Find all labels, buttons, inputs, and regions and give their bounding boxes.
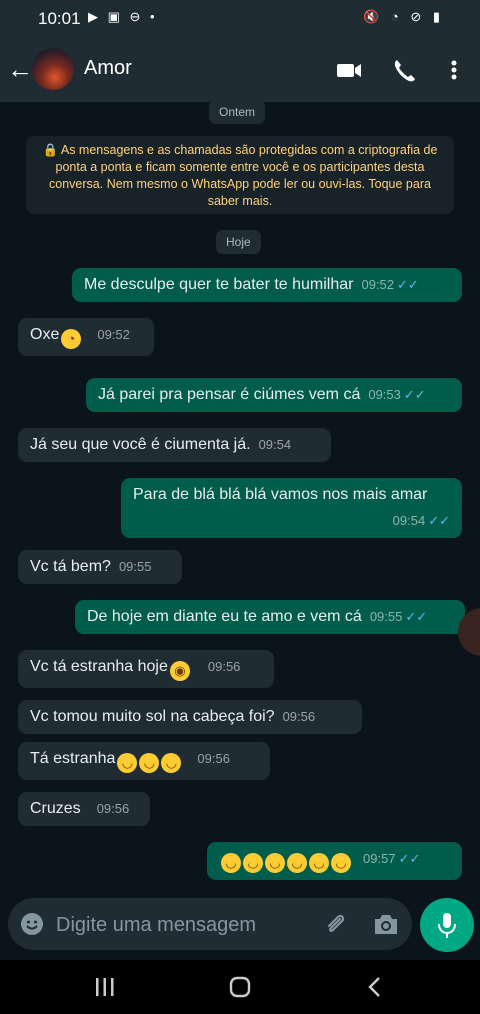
double-check-icon: ✓✓ [403,387,426,402]
message-time: 09:54 [392,513,426,528]
laughing-emoji-icon: ◡ [161,753,182,773]
contact-name[interactable]: Amor [84,57,132,80]
monocle-emoji-icon: ◉ [169,661,190,681]
paperclip-icon[interactable] [322,911,348,937]
message-time: 09:57 [363,851,396,866]
composer: Digite uma mensagem [0,890,480,960]
laughing-emoji-icon: ◡ [139,753,160,773]
system-status-icons: 🔇 ◔ ⊘ ▮ [363,9,444,24]
message-incoming[interactable]: Cruzes 09:56 [18,792,150,826]
message-outgoing[interactable]: ◡ ◡ ◡ ◡ ◡ ◡ 09:57 ✓✓ [207,842,462,880]
notification-icons: ▶ ▣ ⊖ • [88,9,158,24]
message-placeholder: Digite uma mensagem [56,914,257,936]
recent-apps-icon[interactable] [92,975,118,999]
thinking-emoji-icon: ◔ [61,329,82,349]
message-outgoing[interactable]: Para de blá blá blá vamos nos mais amar … [121,478,462,538]
date-chip-hoje: Hoje [216,230,261,254]
message-outgoing[interactable]: Já parei pra pensar é ciúmes vem cá 09:53… [86,378,462,412]
message-text: De hoje em diante eu te amo e vem cá [87,608,362,625]
message-time: 09:54 [258,437,292,452]
video-call-icon[interactable] [334,56,364,84]
message-text: Oxe [30,326,60,343]
back-icon[interactable]: ← [6,54,34,84]
message-time: 09:56 [197,751,230,766]
message-text: Para de blá blá blá vamos nos mais amar [133,486,428,503]
more-vert-icon[interactable] [439,56,469,84]
back-nav-icon[interactable] [362,975,388,999]
rofl-emoji-icon: ◡ [331,853,351,873]
message-text: Tá estranha [30,750,116,767]
message-text: Vc tomou muito sol na cabeça foi? [30,708,275,725]
camera-icon[interactable] [372,911,400,937]
system-nav-bar [0,960,480,1014]
message-time: 09:56 [96,801,130,816]
message-outgoing[interactable]: Me desculpe quer te bater te humilhar 09:… [72,268,462,302]
message-time: 09:56 [282,709,316,724]
rofl-emoji-icon: ◡ [265,853,285,873]
date-chip-ontem: Ontem [209,102,266,124]
message-text: Já parei pra pensar é ciúmes vem cá [98,386,361,403]
rofl-emoji-icon: ◡ [309,853,329,873]
rofl-emoji-icon: ◡ [221,853,241,873]
emoji-icon[interactable] [20,912,44,936]
message-incoming[interactable]: Vc tomou muito sol na cabeça foi? 09:56 [18,700,362,734]
message-incoming[interactable]: Tá estranha ◡ ◡ ◡ 09:56 [18,742,270,780]
chat-header: ← Amor [0,38,480,102]
avatar[interactable] [32,48,74,90]
double-check-icon: ✓✓ [397,277,419,292]
message-time: 09:52 [97,327,130,342]
message-incoming[interactable]: Vc tá bem? 09:55 [18,550,182,584]
status-bar: 10:01 ▶ ▣ ⊖ • 🔇 ◔ ⊘ ▮ [0,0,480,38]
message-text: Vc tá bem? [30,558,111,575]
message-text: Me desculpe quer te bater te humilhar [84,276,354,293]
home-icon[interactable] [227,975,253,999]
double-check-icon: ✓✓ [428,513,450,528]
laughing-emoji-icon: ◡ [117,753,138,773]
rofl-emoji-icon: ◡ [287,853,307,873]
message-time: 09:55 [369,609,403,624]
message-incoming[interactable]: Já seu que você é ciumenta já. 09:54 [18,428,331,462]
mic-icon [438,913,456,938]
message-incoming[interactable]: Vc tá estranha hoje ◉ 09:56 [18,650,274,688]
message-time: 09:56 [207,659,241,674]
encryption-notice[interactable]: 🔒 As mensagens e as chamadas são protegi… [26,136,454,214]
chat-area[interactable]: Ontem 🔒 As mensagens e as chamadas são p… [0,102,480,890]
message-text: Cruzes [30,800,81,817]
message-input[interactable]: Digite uma mensagem [8,898,412,950]
status-time: 10:01 [38,9,81,28]
message-time: 09:55 [118,559,152,574]
double-check-icon: ✓✓ [398,851,421,866]
message-text: Vc tá estranha hoje [30,658,168,675]
message-text: Já seu que você é ciumenta já. [30,436,251,453]
message-time: 09:53 [368,387,401,402]
rofl-emoji-icon: ◡ [243,853,263,873]
double-check-icon: ✓✓ [405,609,428,624]
mic-button[interactable] [420,898,474,952]
message-time: 09:52 [361,277,395,292]
message-incoming[interactable]: Oxe ◔ 09:52 [18,318,154,356]
message-outgoing[interactable]: De hoje em diante eu te amo e vem cá 09:5… [75,600,465,634]
phone-icon[interactable] [390,56,420,84]
